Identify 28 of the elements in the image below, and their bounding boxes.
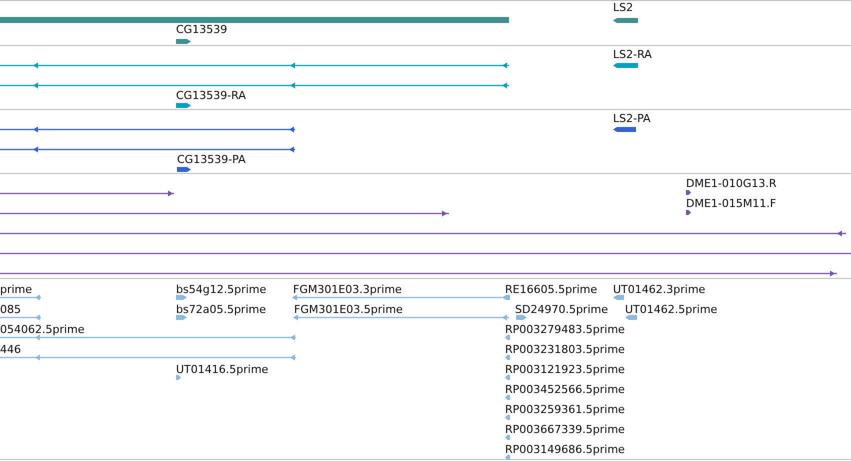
feature-label: 446 [0, 343, 21, 356]
feature-label: 085 [0, 303, 21, 316]
feature-label: LS2 [613, 1, 634, 14]
feature-label: prime [0, 283, 32, 296]
feature-label: RP003121923.5prime [505, 363, 625, 376]
feature-label: LS2-RA [613, 48, 652, 61]
feature-label: FGM301E03.3prime [293, 283, 402, 296]
feature-label: FGM301E03.5prime [294, 303, 403, 316]
feature-label: CG13539-RA [176, 89, 246, 102]
feature-label: UT01462.3prime [613, 283, 706, 296]
feature-label: 054062.5prime [0, 323, 85, 336]
feature-label: DME1-010G13.R [686, 177, 777, 190]
feature-label: CG13539-PA [177, 153, 246, 166]
feature-label: SD24970.5prime [515, 303, 608, 316]
feature-label: RP003452566.5prime [505, 383, 625, 396]
feature-label: RE16605.5prime [505, 283, 598, 296]
feature-label: RP003259361.5prime [505, 403, 625, 416]
feature-label: RP003667339.5prime [505, 423, 625, 436]
feature-label: UT01462.5prime [625, 303, 718, 316]
feature-label: RP003279483.5prime [505, 323, 625, 336]
feature-label: bs72a05.5prime [176, 303, 266, 316]
feature-label: LS2-PA [613, 112, 651, 125]
feature-label: RP003149686.5prime [505, 443, 625, 456]
feature-label: CG13539 [176, 23, 228, 36]
feature-label: bs54g12.5prime [176, 283, 266, 296]
feature-label: DME1-015M11.F [686, 197, 776, 210]
feature-label: UT01416.5prime [176, 363, 268, 376]
feature-label: RP003231803.5prime [505, 343, 625, 356]
